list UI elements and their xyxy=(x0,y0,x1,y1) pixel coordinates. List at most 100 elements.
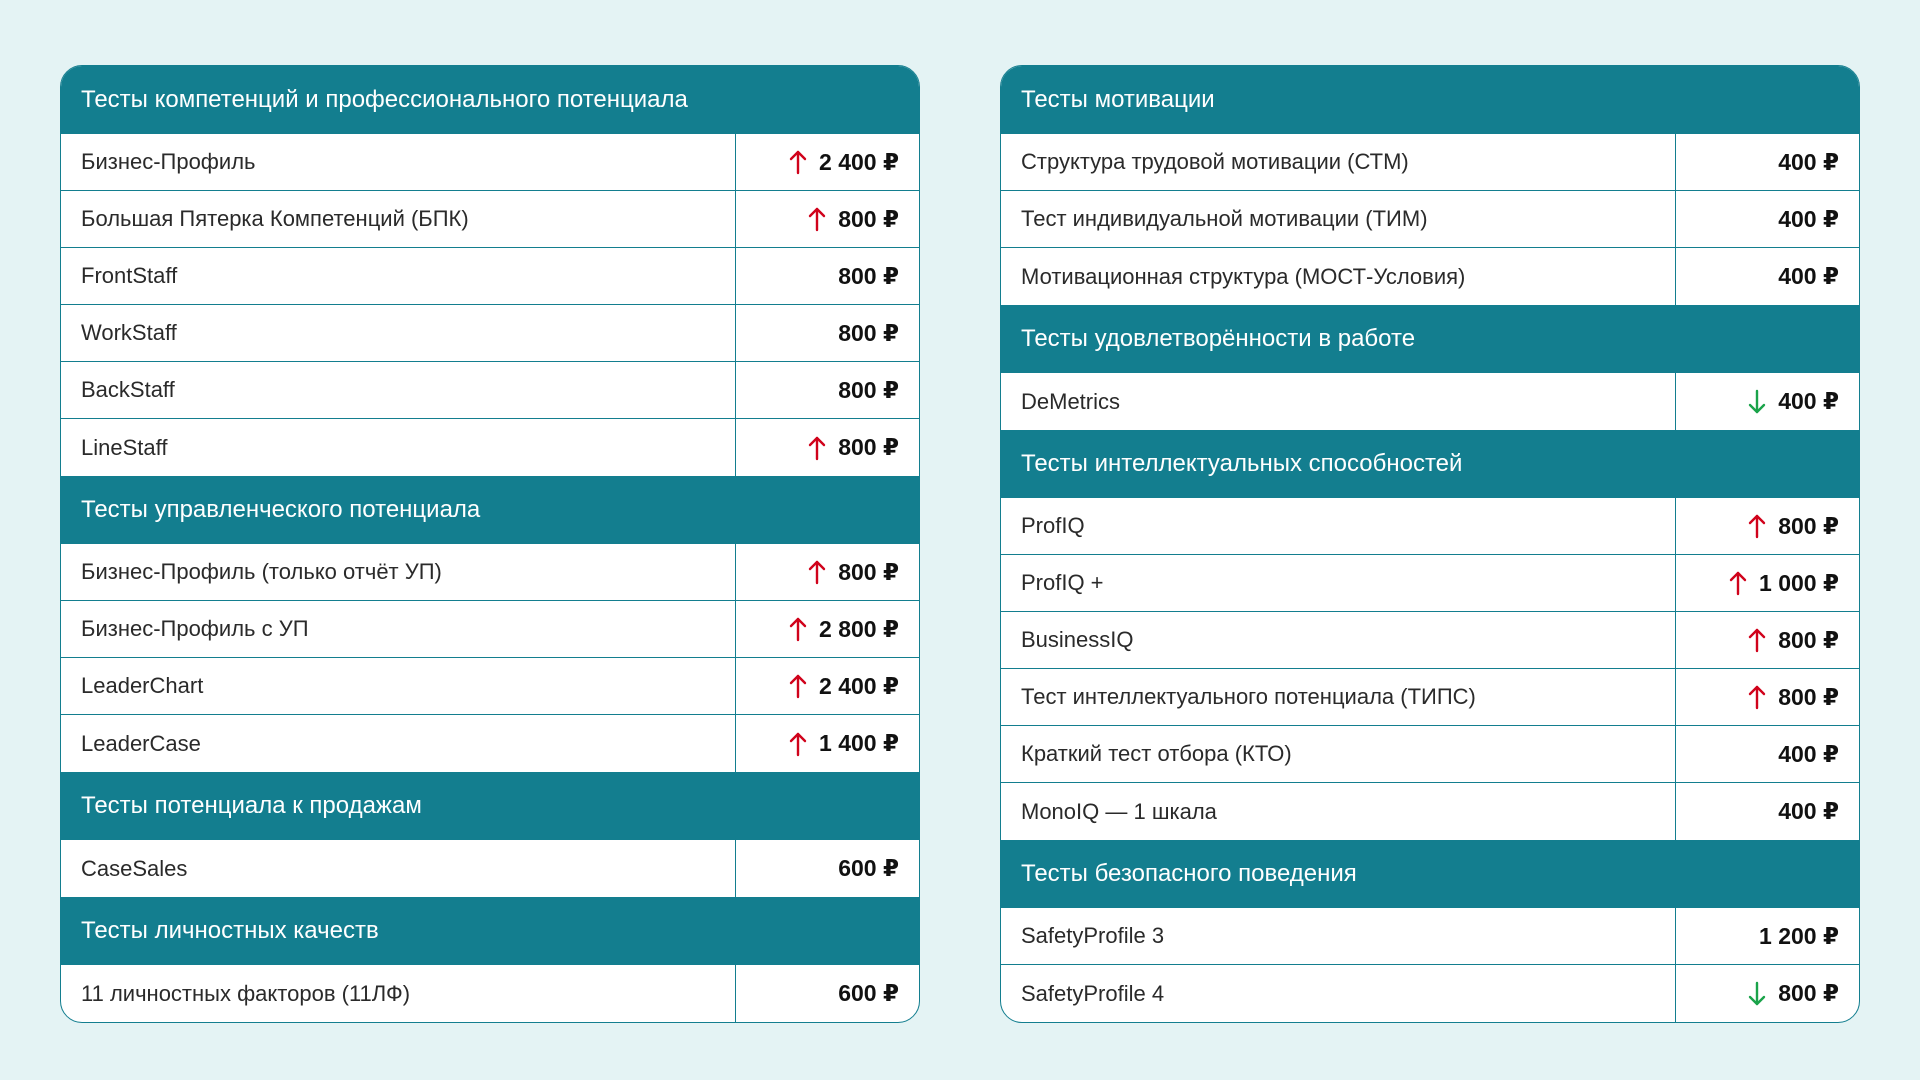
test-name: ProfIQ xyxy=(1001,498,1676,554)
test-name: SafetyProfile 4 xyxy=(1001,965,1676,1022)
test-name: Бизнес-Профиль xyxy=(61,134,736,190)
section-header: Тесты мотивации xyxy=(1001,66,1859,134)
arrow-up-icon xyxy=(808,559,826,585)
test-name: SafetyProfile 3 xyxy=(1001,908,1676,964)
arrow-up-icon xyxy=(789,731,807,757)
price-cell: 800 ₽ xyxy=(1676,669,1859,725)
table-row: Большая Пятерка Компетенций (БПК) 800 ₽ xyxy=(61,191,919,248)
price-value: 800 ₽ xyxy=(838,558,899,585)
section-header: Тесты удовлетворённости в работе xyxy=(1001,305,1859,373)
price-value: 1 400 ₽ xyxy=(819,730,899,756)
price-cell: 600 ₽ xyxy=(736,965,919,1022)
arrow-up-icon xyxy=(789,149,807,175)
arrow-up-icon xyxy=(1748,627,1766,653)
price-cell: 2 400 ₽ xyxy=(736,134,919,190)
price-value: 2 400 ₽ xyxy=(819,148,899,175)
price-cell: 1 200 ₽ xyxy=(1676,908,1859,964)
price-cell: 800 ₽ xyxy=(736,544,919,600)
price-value: 600 ₽ xyxy=(838,980,899,1006)
test-name: 11 личностных факторов (11ЛФ) xyxy=(61,965,736,1022)
price-cell: 800 ₽ xyxy=(736,191,919,247)
table-row: Структура трудовой мотивации (СТМ) 400 ₽ xyxy=(1001,134,1859,191)
price-value: 800 ₽ xyxy=(1778,626,1839,653)
table-row: CaseSales 600 ₽ xyxy=(61,840,919,897)
arrow-down-icon xyxy=(1748,389,1766,415)
price-value: 1 200 ₽ xyxy=(1759,922,1839,949)
table-row: DeMetrics 400 ₽ xyxy=(1001,373,1859,430)
price-table-right: Тесты мотивации Структура трудовой мотива… xyxy=(1000,65,1860,1023)
arrow-up-icon xyxy=(808,206,826,232)
price-cell: 600 ₽ xyxy=(736,840,919,897)
table-row: LineStaff 800 ₽ xyxy=(61,419,919,476)
table-row: ProfIQ 800 ₽ xyxy=(1001,498,1859,555)
price-value: 800 ₽ xyxy=(1778,683,1839,710)
test-name: LeaderChart xyxy=(61,658,736,714)
test-name: Мотивационная структура (МОСТ-Условия) xyxy=(1001,248,1676,305)
price-cell: 800 ₽ xyxy=(736,419,919,476)
arrow-up-icon xyxy=(789,673,807,699)
price-cell: 1 000 ₽ xyxy=(1676,555,1859,611)
price-cell: 400 ₽ xyxy=(1676,726,1859,782)
table-row: ProfIQ + 1 000 ₽ xyxy=(1001,555,1859,612)
test-name: Бизнес-Профиль с УП xyxy=(61,601,736,657)
test-name: CaseSales xyxy=(61,840,736,897)
test-name: DeMetrics xyxy=(1001,373,1676,430)
table-row: Краткий тест отбора (КТО) 400 ₽ xyxy=(1001,726,1859,783)
price-value: 2 400 ₽ xyxy=(819,672,899,699)
test-name: WorkStaff xyxy=(61,305,736,361)
table-row: Тест интеллектуального потенциала (ТИПС)… xyxy=(1001,669,1859,726)
price-value: 800 ₽ xyxy=(838,434,899,460)
price-value: 1 000 ₽ xyxy=(1759,569,1839,596)
price-value: 400 ₽ xyxy=(1778,740,1839,767)
test-name: Бизнес-Профиль (только отчёт УП) xyxy=(61,544,736,600)
price-value: 800 ₽ xyxy=(838,376,899,403)
price-cell: 800 ₽ xyxy=(736,305,919,361)
table-row: Мотивационная структура (МОСТ-Условия) 40… xyxy=(1001,248,1859,305)
table-row: SafetyProfile 4 800 ₽ xyxy=(1001,965,1859,1022)
test-name: Структура трудовой мотивации (СТМ) xyxy=(1001,134,1676,190)
table-row: FrontStaff 800 ₽ xyxy=(61,248,919,305)
test-name: Большая Пятерка Компетенций (БПК) xyxy=(61,191,736,247)
price-value: 800 ₽ xyxy=(1778,980,1839,1006)
test-name: Тест интеллектуального потенциала (ТИПС) xyxy=(1001,669,1676,725)
arrow-up-icon xyxy=(1729,570,1747,596)
table-row: Бизнес-Профиль 2 400 ₽ xyxy=(61,134,919,191)
arrow-down-icon xyxy=(1748,981,1766,1007)
table-row: BusinessIQ 800 ₽ xyxy=(1001,612,1859,669)
test-name: ProfIQ + xyxy=(1001,555,1676,611)
table-row: LeaderChart 2 400 ₽ xyxy=(61,658,919,715)
section-header: Тесты компетенций и профессионального по… xyxy=(61,66,919,134)
table-row: Тест индивидуальной мотивации (ТИМ) 400 ₽ xyxy=(1001,191,1859,248)
price-value: 600 ₽ xyxy=(838,855,899,881)
table-row: Бизнес-Профиль с УП 2 800 ₽ xyxy=(61,601,919,658)
price-cell: 400 ₽ xyxy=(1676,783,1859,840)
price-value: 400 ₽ xyxy=(1778,205,1839,232)
test-name: LineStaff xyxy=(61,419,736,476)
table-row: MonoIQ — 1 шкала 400 ₽ xyxy=(1001,783,1859,840)
price-cell: 400 ₽ xyxy=(1676,134,1859,190)
table-row: BackStaff 800 ₽ xyxy=(61,362,919,419)
price-value: 400 ₽ xyxy=(1778,798,1839,824)
price-cell: 400 ₽ xyxy=(1676,373,1859,430)
price-cell: 2 800 ₽ xyxy=(736,601,919,657)
table-row: Бизнес-Профиль (только отчёт УП) 800 ₽ xyxy=(61,544,919,601)
price-value: 400 ₽ xyxy=(1778,263,1839,289)
table-row: SafetyProfile 3 1 200 ₽ xyxy=(1001,908,1859,965)
test-name: LeaderCase xyxy=(61,715,736,772)
section-header: Тесты личностных качеств xyxy=(61,897,919,965)
price-value: 800 ₽ xyxy=(838,262,899,289)
table-row: LeaderCase 1 400 ₽ xyxy=(61,715,919,772)
table-row: WorkStaff 800 ₽ xyxy=(61,305,919,362)
test-name: BackStaff xyxy=(61,362,736,418)
price-cell: 800 ₽ xyxy=(736,362,919,418)
section-header: Тесты интеллектуальных способностей xyxy=(1001,430,1859,498)
price-value: 2 800 ₽ xyxy=(819,615,899,642)
arrow-up-icon xyxy=(789,616,807,642)
price-cell: 800 ₽ xyxy=(1676,965,1859,1022)
section-header: Тесты потенциала к продажам xyxy=(61,772,919,840)
price-value: 800 ₽ xyxy=(1778,512,1839,539)
test-name: MonoIQ — 1 шкала xyxy=(1001,783,1676,840)
arrow-up-icon xyxy=(1748,513,1766,539)
price-table-left: Тесты компетенций и профессионального по… xyxy=(60,65,920,1023)
price-value: 800 ₽ xyxy=(838,205,899,232)
